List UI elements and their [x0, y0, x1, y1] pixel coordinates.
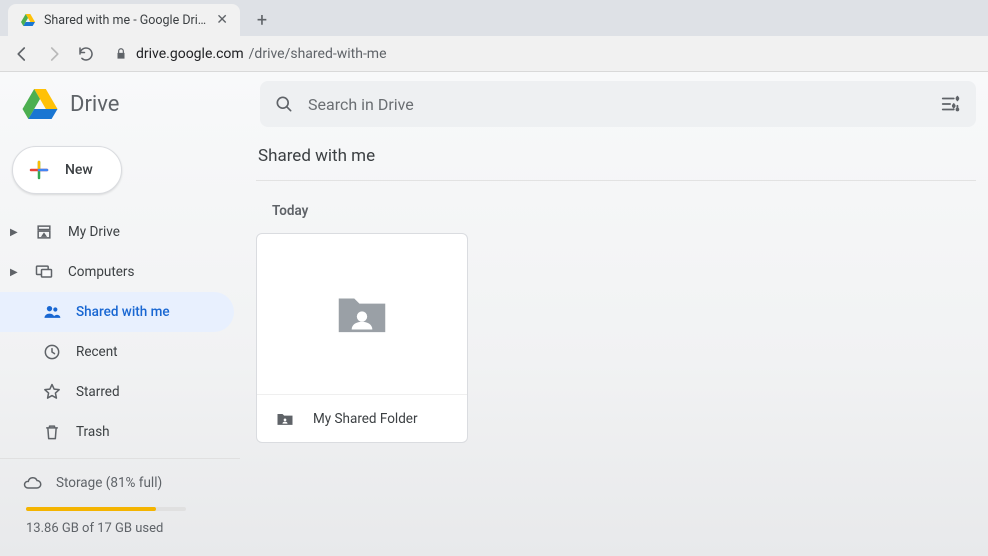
storage-bar-fill	[26, 507, 156, 511]
sidebar-item-my-drive[interactable]: ▶ My Drive	[0, 212, 234, 252]
url-host: drive.google.com	[136, 46, 244, 62]
storage-label: Storage (81% full)	[56, 475, 162, 491]
address-bar: drive.google.com/drive/shared-with-me	[0, 36, 988, 72]
sidebar-item-label: Starred	[76, 384, 120, 400]
omnibox[interactable]: drive.google.com/drive/shared-with-me	[108, 46, 976, 62]
card-title: My Shared Folder	[313, 411, 418, 427]
divider	[0, 458, 240, 459]
card-thumbnail	[257, 234, 467, 394]
brand-name: Drive	[70, 92, 119, 117]
new-button[interactable]: New	[12, 146, 122, 194]
page-title: Shared with me	[256, 146, 976, 166]
lock-icon	[114, 47, 128, 61]
close-tab-icon[interactable]: ✕	[216, 12, 228, 28]
brand[interactable]: Drive	[20, 84, 240, 124]
chevron-right-icon[interactable]: ▶	[10, 227, 20, 238]
browser-tab[interactable]: Shared with me - Google Drive ✕	[8, 4, 240, 36]
url-path: /drive/shared-with-me	[249, 46, 387, 62]
app-header: Drive	[0, 72, 988, 136]
drive-favicon-icon	[20, 12, 36, 28]
browser-chrome: Shared with me - Google Drive ✕ + drive.…	[0, 0, 988, 72]
forward-icon[interactable]	[44, 44, 64, 64]
sidebar-item-recent[interactable]: Recent	[0, 332, 234, 372]
new-button-label: New	[65, 162, 93, 178]
file-grid: My Shared Folder	[256, 233, 976, 443]
my-drive-icon	[34, 222, 54, 242]
cloud-icon	[22, 473, 42, 493]
divider	[256, 180, 976, 181]
card-footer: My Shared Folder	[257, 394, 467, 442]
shared-folder-icon	[275, 409, 295, 429]
section-label: Today	[272, 203, 976, 219]
sidebar-item-trash[interactable]: Trash	[0, 412, 234, 452]
sidebar-item-label: Trash	[76, 424, 110, 440]
plus-icon	[27, 158, 51, 182]
chevron-right-icon[interactable]: ▶	[10, 267, 20, 278]
reload-icon[interactable]	[76, 44, 96, 64]
filter-options-icon[interactable]	[940, 93, 962, 115]
shared-icon	[42, 302, 62, 322]
sidebar-item-label: Shared with me	[76, 304, 170, 320]
sidebar-item-label: Computers	[68, 264, 134, 280]
sidebar-item-shared-with-me[interactable]: Shared with me	[0, 292, 234, 332]
new-tab-button[interactable]: +	[248, 6, 276, 34]
main-content: Shared with me Today My Shared Folder	[240, 72, 988, 556]
storage-bar	[26, 507, 186, 511]
search-input[interactable]	[308, 95, 926, 114]
sidebar-item-starred[interactable]: Starred	[0, 372, 234, 412]
sidebar-item-label: My Drive	[68, 224, 120, 240]
sidebar: New ▶ My Drive ▶ Computers Shared with m…	[0, 72, 240, 556]
starred-icon	[42, 382, 62, 402]
folder-card[interactable]: My Shared Folder	[256, 233, 468, 443]
storage-used-text: 13.86 GB of 17 GB used	[26, 521, 240, 536]
sidebar-item-computers[interactable]: ▶ Computers	[0, 252, 234, 292]
tab-strip: Shared with me - Google Drive ✕ +	[0, 0, 988, 36]
computers-icon	[34, 262, 54, 282]
back-icon[interactable]	[12, 44, 32, 64]
storage-section[interactable]: Storage (81% full) 13.86 GB of 17 GB use…	[0, 465, 240, 536]
app-body: New ▶ My Drive ▶ Computers Shared with m…	[0, 72, 988, 556]
trash-icon	[42, 422, 62, 442]
search-icon	[274, 94, 294, 114]
recent-icon	[42, 342, 62, 362]
drive-logo-icon	[20, 84, 60, 124]
tab-title: Shared with me - Google Drive	[44, 13, 208, 28]
search-bar[interactable]	[260, 81, 976, 127]
shared-folder-large-icon	[331, 283, 393, 345]
sidebar-item-label: Recent	[76, 344, 118, 360]
